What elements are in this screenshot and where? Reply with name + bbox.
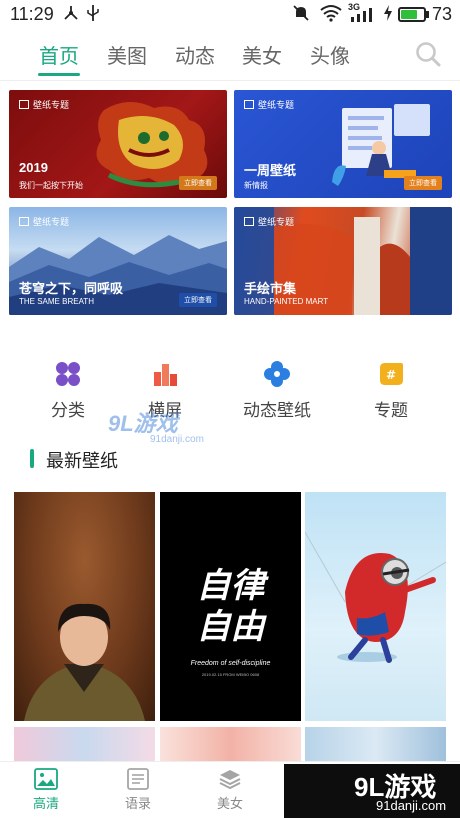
banner-title: 2019 xyxy=(19,160,48,175)
watermark: 9L游戏 91danji.com xyxy=(108,406,204,445)
banner-subtitle: 我们一起按下开始 xyxy=(19,181,83,190)
mute-icon xyxy=(292,4,310,26)
banner-subtitle: 新情报 xyxy=(244,181,268,190)
hash-icon: # xyxy=(377,360,405,388)
status-bar: 11:29 3G 73 xyxy=(0,0,460,30)
battery-tip xyxy=(426,11,429,18)
tab-beauty[interactable]: 美女 xyxy=(242,40,282,69)
banner-hand-painted-mart[interactable]: 壁纸专题 手绘市集 HAND-PAINTED MART xyxy=(234,207,452,315)
nav-label: 美女 xyxy=(216,796,243,811)
header-divider xyxy=(0,80,460,81)
wallpaper-portrait[interactable] xyxy=(14,492,155,721)
wallpaper-preview[interactable] xyxy=(14,727,155,761)
battery-icon xyxy=(398,7,426,22)
search-icon[interactable] xyxy=(414,40,442,68)
banner-tag: 壁纸专题 xyxy=(19,215,69,228)
four-dots-icon xyxy=(54,360,82,388)
poster-line-1: 自律 xyxy=(196,567,265,605)
status-time: 11:29 xyxy=(10,4,54,24)
charging-icon xyxy=(382,4,394,26)
nav-beauty[interactable]: 美女 xyxy=(200,768,260,812)
poster-line-2: 自由 xyxy=(196,608,265,646)
category-label: 动态壁纸 xyxy=(243,401,311,420)
nav-label: 高清 xyxy=(32,796,59,811)
top-tabs: 首页 美图 动态 美女 头像 xyxy=(0,34,460,78)
category-live-wallpaper[interactable]: 动态壁纸 xyxy=(232,360,322,421)
poster-credit: 2019.02.15 FROM WEIBO 0608 xyxy=(201,672,260,677)
minion-illustration xyxy=(305,531,446,663)
tab-avatar[interactable]: 头像 xyxy=(310,40,350,69)
nav-label: 语录 xyxy=(124,796,151,811)
bar-chart-icon xyxy=(151,360,179,388)
banner-2019[interactable]: 壁纸专题 2019 我们一起按下开始 立即查看 xyxy=(9,90,227,198)
flower-icon xyxy=(263,360,291,388)
banner-title: 手绘市集 xyxy=(244,281,297,296)
nav-hd[interactable]: 高清 xyxy=(16,768,76,812)
section-title: 最新壁纸 xyxy=(46,451,118,471)
nav-quotes[interactable]: 语录 xyxy=(108,768,168,812)
banner-weekly-wallpaper[interactable]: 壁纸专题 一周壁纸 新情报 立即查看 xyxy=(234,90,452,198)
wifi-icon xyxy=(320,4,342,26)
section-accent-bar xyxy=(30,449,34,468)
corner-watermark: 9L游戏 91danji.com xyxy=(284,764,460,818)
image-icon xyxy=(34,768,58,790)
banner-subtitle: THE SAME BREATH xyxy=(19,297,94,306)
category-label: 分类 xyxy=(51,401,85,420)
banner-view-button[interactable]: 立即查看 xyxy=(179,176,217,190)
svg-text:#: # xyxy=(386,368,396,382)
watermark-logo: 9L游戏 xyxy=(108,411,178,436)
layers-icon xyxy=(218,768,242,790)
usb-icon xyxy=(86,4,100,26)
wallpaper-minion[interactable] xyxy=(305,492,446,721)
banner-subtitle: HAND-PAINTED MART xyxy=(244,297,329,306)
battery-percent: 73 xyxy=(432,4,453,24)
usb-tether-icon xyxy=(62,4,80,26)
wallpaper-preview[interactable] xyxy=(305,727,446,761)
poster-caption: Freedom of self-discipline xyxy=(190,660,271,667)
banner-tag: 壁纸专题 xyxy=(244,215,294,228)
portrait-illustration xyxy=(24,603,145,721)
banner-view-button[interactable]: 立即查看 xyxy=(179,293,217,307)
wallpaper-self-discipline[interactable]: 自律 自由 Freedom of self-discipline 2019.02… xyxy=(160,492,301,721)
banner-tag: 壁纸专题 xyxy=(244,98,294,111)
banner-same-breath[interactable]: 壁纸专题 苍穹之下，同呼吸 THE SAME BREATH 立即查看 xyxy=(9,207,227,315)
banner-tag: 壁纸专题 xyxy=(19,98,69,111)
signal-icon xyxy=(350,8,374,26)
banner-title: 苍穹之下，同呼吸 xyxy=(19,281,124,296)
battery-level xyxy=(401,10,417,19)
tab-dynamic[interactable]: 动态 xyxy=(175,40,215,69)
tab-beauty-pics[interactable]: 美图 xyxy=(107,40,147,69)
corner-watermark-url: 91danji.com xyxy=(376,798,447,813)
banner-view-button[interactable]: 立即查看 xyxy=(404,176,442,190)
list-icon xyxy=(126,768,150,790)
tab-home[interactable]: 首页 xyxy=(39,40,79,69)
watermark-url: 91danji.com xyxy=(150,434,204,445)
category-label: 专题 xyxy=(374,401,408,420)
tab-indicator xyxy=(38,73,80,76)
wallpaper-preview[interactable] xyxy=(160,727,301,761)
category-classify[interactable]: 分类 xyxy=(23,360,113,421)
category-topics[interactable]: # 专题 xyxy=(346,360,436,421)
banner-title: 一周壁纸 xyxy=(244,163,297,178)
